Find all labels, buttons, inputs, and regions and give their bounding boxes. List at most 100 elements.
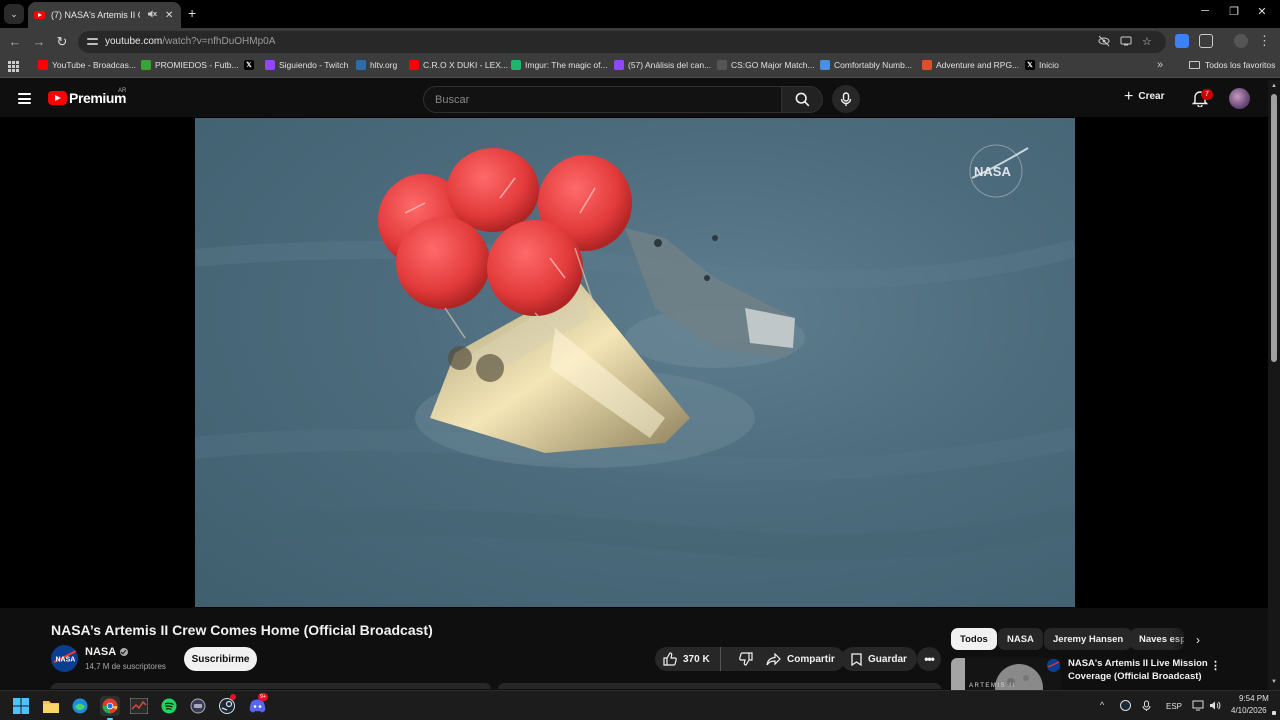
svg-text:NASA: NASA [56, 657, 76, 664]
rpg-icon [922, 60, 932, 70]
bookmark-label: Imgur: The magic of... [525, 60, 608, 70]
channel-avatar[interactable]: NASA [51, 645, 78, 672]
window-close-icon[interactable]: ✕ [1252, 5, 1272, 18]
taskmanager-icon[interactable] [129, 696, 149, 716]
save-button[interactable]: Guardar [841, 647, 917, 671]
edge-icon[interactable] [70, 696, 90, 716]
scroll-up-arrow[interactable]: ▲ [1271, 83, 1277, 89]
subscriber-count: 14,7 M de suscriptores [85, 662, 166, 671]
bookmark-item[interactable]: Imgur: The magic of... [511, 60, 608, 70]
network-icon[interactable] [1192, 700, 1204, 713]
bookmark-label: CS:GO Major Match... [731, 60, 815, 70]
chip-todos[interactable]: Todos [951, 628, 997, 650]
scrollbar-thumb[interactable] [1271, 94, 1277, 362]
bookmarks-overflow-icon[interactable]: » [1157, 59, 1163, 71]
notification-center-icon[interactable] [1272, 711, 1276, 715]
bookmark-item[interactable]: 𝕏 [244, 60, 258, 70]
youtube-icon [38, 60, 48, 70]
new-tab-button[interactable]: + [188, 5, 196, 21]
tray-steam-icon[interactable] [1120, 700, 1131, 713]
related-video-thumbnail[interactable]: ARTEMIS II [951, 658, 1061, 690]
profile-avatar-icon[interactable] [1234, 34, 1248, 48]
restore-icon[interactable]: ❐ [1224, 5, 1244, 18]
url-text[interactable]: youtube.com/watch?v=nfhDuOHMp0A [105, 36, 275, 47]
chrome-icon[interactable] [100, 696, 120, 716]
bookmark-item[interactable]: Adventure and RPG... [922, 60, 1019, 70]
language-indicator[interactable]: ESP [1166, 702, 1182, 711]
tab-close-icon[interactable]: ✕ [163, 10, 175, 21]
windows-start-icon[interactable] [11, 696, 31, 716]
youtube-logo-icon[interactable] [48, 91, 67, 105]
bookmark-item[interactable]: Comfortably Numb... [820, 60, 912, 70]
spotify-icon[interactable] [159, 696, 179, 716]
more-actions-button[interactable]: ••• [917, 647, 941, 671]
extension-icon[interactable] [1175, 34, 1189, 48]
chip-nasa[interactable]: NASA [998, 628, 1043, 650]
bookmark-label: Adventure and RPG... [936, 60, 1020, 70]
thumbs-down-icon [738, 652, 753, 666]
menu-icon[interactable] [18, 93, 31, 104]
share-button[interactable]: Compartir [756, 647, 845, 671]
search-input[interactable]: Buscar [423, 86, 782, 113]
voice-search-button[interactable] [832, 85, 860, 113]
bookmark-item[interactable]: 𝕏 Inicio [1025, 60, 1059, 70]
csgo-icon [717, 60, 727, 70]
related-video-title[interactable]: NASA's Artemis II Live Mission Coverage … [1068, 657, 1208, 683]
bookmark-item[interactable]: C.R.O X DUKI - LEX... [409, 60, 508, 70]
related-thumbnail-text: ARTEMIS II [969, 683, 1016, 689]
site-info-icon[interactable] [87, 36, 98, 47]
address-bar[interactable]: youtube.com/watch?v=nfhDuOHMp0A ☆ [78, 31, 1166, 53]
all-bookmarks-folder[interactable]: Todos los favoritos [1189, 60, 1275, 70]
extensions-puzzle-icon[interactable] [1199, 34, 1213, 48]
video-frame[interactable] [195, 118, 1075, 607]
description-box[interactable] [51, 683, 491, 689]
app-icon[interactable] [188, 696, 208, 716]
search-button[interactable] [781, 86, 823, 113]
create-button[interactable]: + Crear [1124, 88, 1164, 104]
browser-tab-active[interactable]: (7) NASA's Artemis II Crew C ✕ [28, 2, 181, 28]
clock-date[interactable]: 4/10/2026 [1231, 706, 1267, 715]
back-icon[interactable]: ← [7, 34, 23, 49]
bookmark-item[interactable]: PROMIEDOS - Futb... [141, 60, 239, 70]
cast-icon[interactable] [1120, 35, 1132, 50]
related-video-menu-icon[interactable]: ⋮ [1210, 659, 1221, 672]
bookmark-label: YouTube - Broadcas... [52, 60, 136, 70]
nasa-watermark-text: NASA [974, 164, 1011, 179]
verified-badge-icon [120, 648, 129, 656]
apps-grid-icon[interactable] [8, 61, 19, 72]
chrome-menu-icon[interactable]: ⋮ [1258, 33, 1271, 49]
scroll-down-arrow[interactable]: ▼ [1271, 679, 1277, 685]
nasa-watermark-logo: NASA [969, 144, 1029, 198]
bookmark-label: C.R.O X DUKI - LEX... [423, 60, 509, 70]
twitch-icon [614, 60, 624, 70]
bookmark-label: (57) Análisis del can... [628, 60, 712, 70]
tray-chevron-icon[interactable]: ^ [1100, 700, 1104, 710]
bookmark-item[interactable]: (57) Análisis del can... [614, 60, 711, 70]
bookmark-item[interactable]: YouTube - Broadcas... [38, 60, 136, 70]
reload-icon[interactable]: ↻ [54, 34, 70, 50]
forward-icon[interactable]: → [31, 34, 47, 49]
youtube-icon [409, 60, 419, 70]
minimize-icon[interactable]: ─ [1195, 5, 1215, 17]
clock-time[interactable]: 9:54 PM [1239, 694, 1269, 703]
subscribe-button[interactable]: Suscribirme [184, 647, 257, 671]
eye-off-icon[interactable] [1098, 35, 1110, 50]
comments-preview[interactable] [498, 683, 941, 689]
bookmark-item[interactable]: Siguiendo - Twitch [265, 60, 348, 70]
steam-notification-dot [230, 694, 236, 700]
chevron-right-icon[interactable]: › [1196, 633, 1200, 647]
notifications-badge: 7 [1201, 89, 1213, 100]
video-frame-image [195, 148, 1075, 560]
file-explorer-icon[interactable] [41, 696, 61, 716]
tab-mute-icon[interactable] [146, 9, 158, 21]
tab-search-button[interactable]: ⌄ [4, 4, 24, 24]
account-avatar[interactable] [1229, 88, 1250, 109]
tray-microphone-icon[interactable] [1142, 700, 1151, 714]
bookmark-item[interactable]: CS:GO Major Match... [717, 60, 815, 70]
chip-jeremy-hansen[interactable]: Jeremy Hansen [1044, 628, 1133, 650]
volume-icon[interactable] [1209, 700, 1221, 713]
channel-name[interactable]: NASA [85, 646, 129, 658]
bookmark-item[interactable]: hltv.org [356, 60, 397, 70]
like-button[interactable]: 370 K [655, 647, 721, 671]
bookmark-star-icon[interactable]: ☆ [1142, 35, 1152, 48]
